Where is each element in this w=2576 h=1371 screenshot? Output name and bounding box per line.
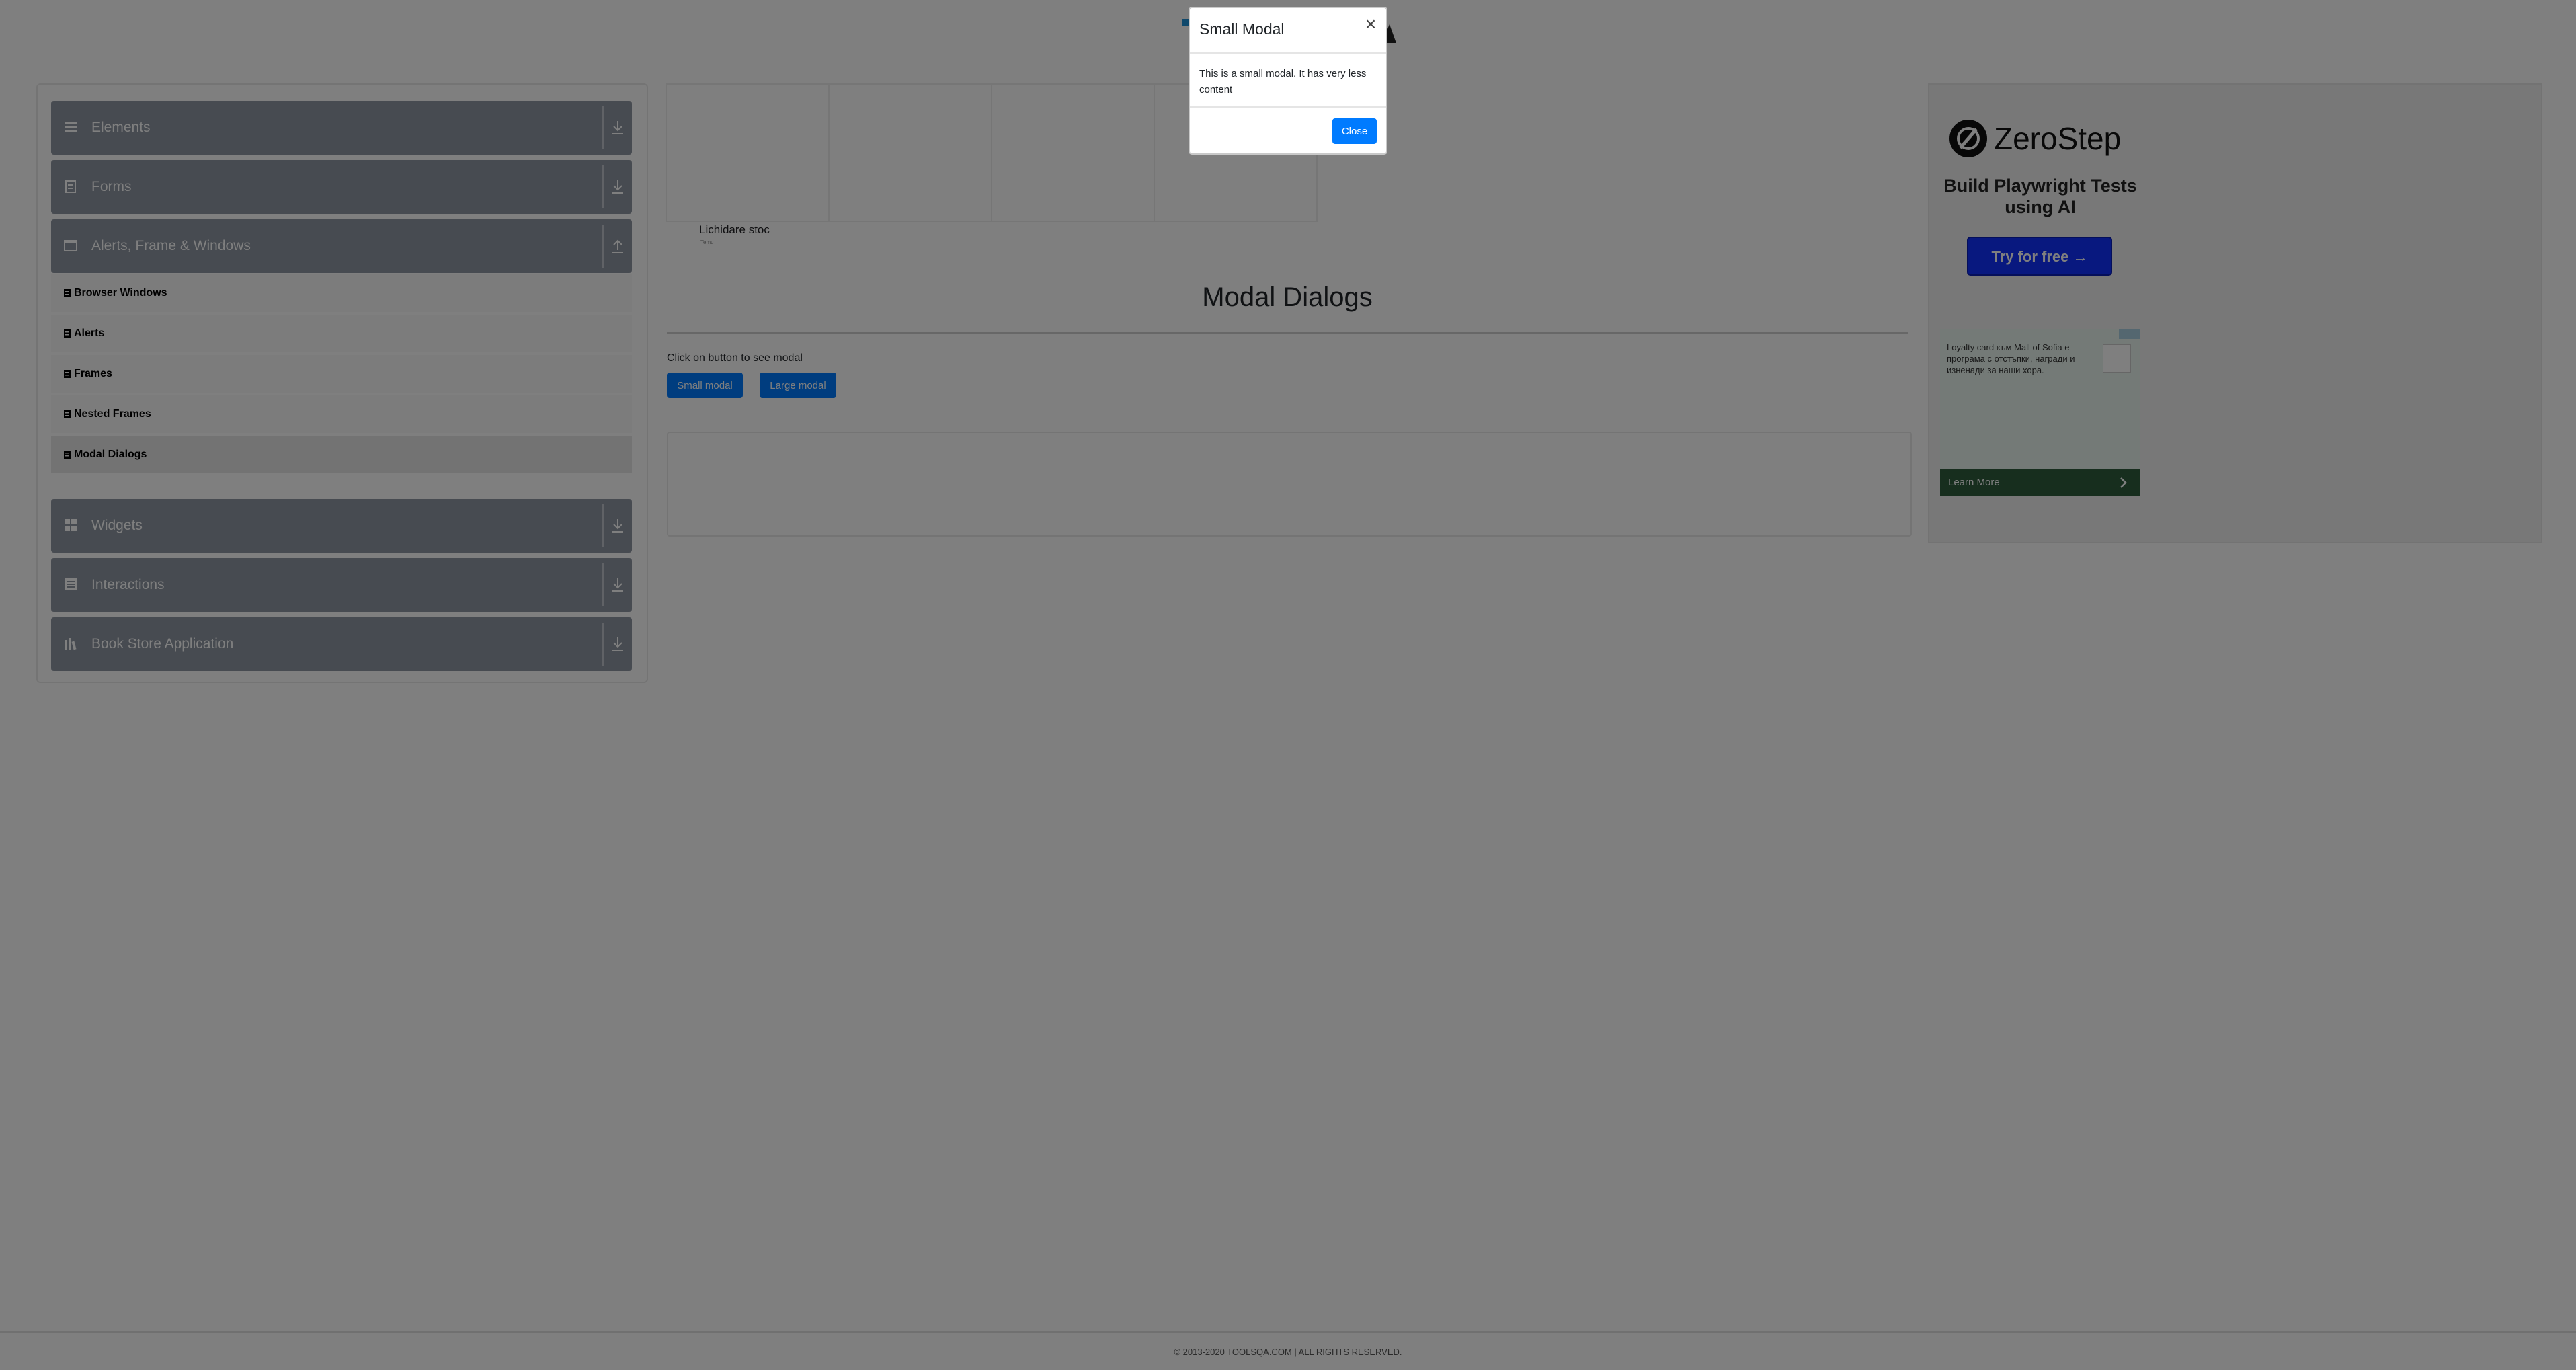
modal-body-text: This is a small modal. It has very less …	[1199, 68, 1367, 95]
close-button[interactable]: Close	[1332, 118, 1377, 144]
modal-title: Small Modal	[1199, 20, 1285, 38]
close-icon[interactable]: ×	[1362, 15, 1379, 34]
divider	[1190, 106, 1386, 108]
modal-backdrop[interactable]	[0, 0, 2576, 1370]
small-modal-dialog: Small Modal × This is a small modal. It …	[1189, 7, 1387, 155]
